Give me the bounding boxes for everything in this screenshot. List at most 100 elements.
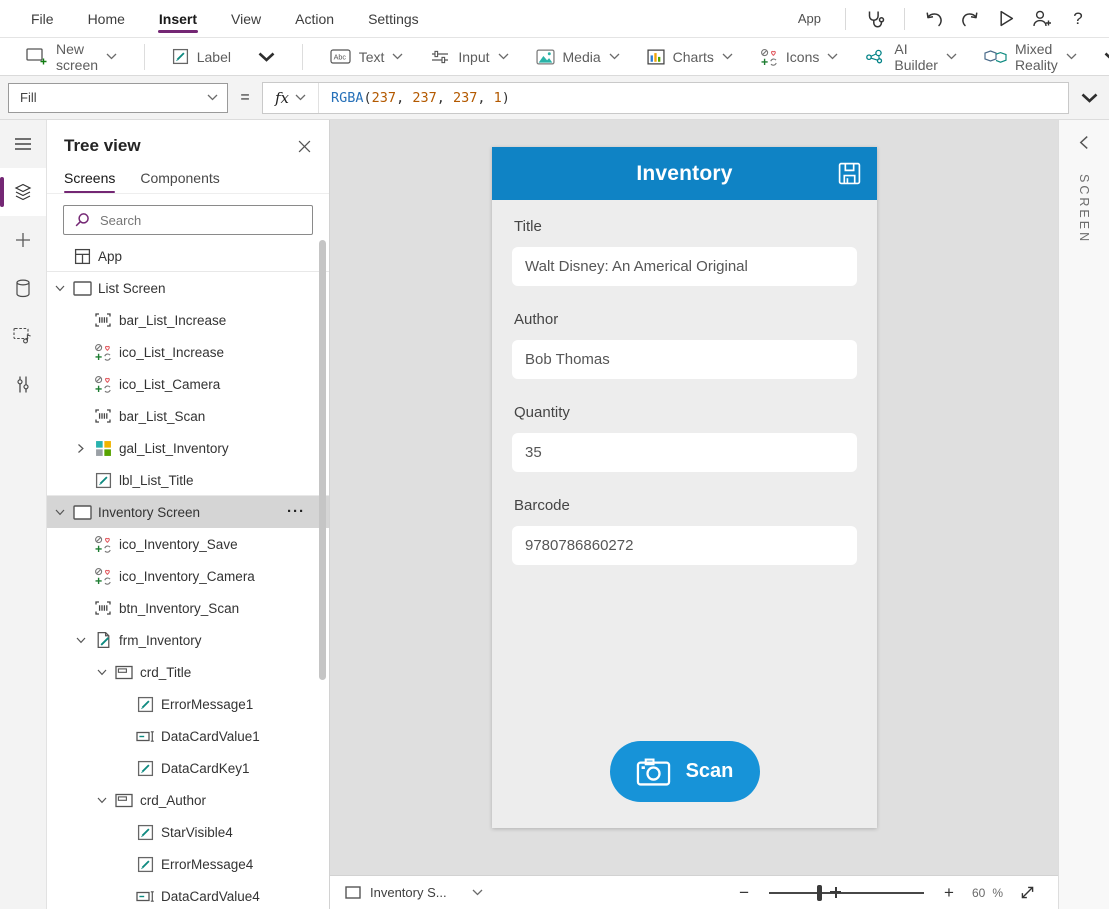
field-label-title[interactable]: Title bbox=[514, 218, 857, 235]
text-icon: Abc bbox=[330, 49, 351, 64]
tree-item-DataCardValue1[interactable]: DataCardValue1 bbox=[47, 720, 329, 752]
zoom-slider-thumb[interactable] bbox=[817, 885, 822, 901]
tree-item-DataCardKey1[interactable]: DataCardKey1 bbox=[47, 752, 329, 784]
rail-insert-plus-button[interactable] bbox=[0, 216, 46, 264]
help-button[interactable]: ? bbox=[1063, 4, 1093, 34]
tree-item-DataCardValue4[interactable]: DataCardValue4 bbox=[47, 880, 329, 909]
field-label-quantity[interactable]: Quantity bbox=[514, 404, 857, 421]
share-user-button[interactable] bbox=[1027, 4, 1057, 34]
rail-tree-view-button[interactable] bbox=[0, 168, 46, 216]
inventory-form[interactable]: Inventory Title Walt Disney: An Americal … bbox=[492, 147, 877, 828]
preview-play-button[interactable] bbox=[991, 4, 1021, 34]
scan-button[interactable]: Scan bbox=[610, 741, 760, 802]
tree-item-label: ErrorMessage4 bbox=[161, 857, 253, 872]
ribbon-item-input[interactable]: Input bbox=[430, 49, 508, 65]
formula-bar-expand-chevron[interactable] bbox=[1069, 93, 1109, 103]
tree-item-btn_Inventory_Scan[interactable]: btn_Inventory_Scan bbox=[47, 592, 329, 624]
tree-item-ico_List_Increase[interactable]: ico_List_Increase bbox=[47, 336, 329, 368]
tree-item-bar_List_Increase[interactable]: bar_List_Increase bbox=[47, 304, 329, 336]
more-options-button[interactable]: ··· bbox=[287, 507, 305, 517]
rail-advanced-tools-button[interactable] bbox=[0, 360, 46, 408]
redo-button[interactable] bbox=[955, 4, 985, 34]
property-dropdown[interactable]: Fill bbox=[8, 83, 228, 113]
field-input-quantity[interactable]: 35 bbox=[512, 433, 857, 472]
chevron-icon bbox=[106, 53, 117, 60]
rail-data-button[interactable] bbox=[0, 264, 46, 312]
design-canvas[interactable]: Inventory Title Walt Disney: An Americal … bbox=[330, 120, 1058, 875]
chevron-down-icon[interactable] bbox=[76, 632, 93, 648]
tree-item-crd_Author[interactable]: crd_Author bbox=[47, 784, 329, 816]
app-icon bbox=[72, 246, 92, 266]
field-label-author[interactable]: Author bbox=[514, 311, 857, 328]
tree-item-crd_Title[interactable]: crd_Title bbox=[47, 656, 329, 688]
tree-item-ErrorMessage1[interactable]: ErrorMessage1 bbox=[47, 688, 329, 720]
ribbon-item-charts[interactable]: Charts bbox=[647, 49, 733, 65]
tree-item-Inventory-Screen[interactable]: Inventory Screen··· bbox=[47, 496, 329, 528]
tree-item-frm_Inventory[interactable]: frm_Inventory bbox=[47, 624, 329, 656]
category-expand-chevron[interactable] bbox=[258, 52, 275, 62]
save-icon[interactable] bbox=[837, 161, 862, 186]
tree-item-StarVisible4[interactable]: StarVisible4 bbox=[47, 816, 329, 848]
chevron-down-icon[interactable] bbox=[97, 664, 114, 680]
search-input[interactable] bbox=[98, 212, 302, 229]
menu-item-insert[interactable]: Insert bbox=[158, 1, 198, 36]
zoom-out-button[interactable]: − bbox=[735, 885, 753, 901]
label-icon bbox=[135, 758, 155, 778]
fit-to-window-icon[interactable] bbox=[1019, 884, 1036, 901]
tree-scrollbar[interactable] bbox=[319, 240, 326, 680]
rail-hamburger-button[interactable] bbox=[0, 120, 46, 168]
field-label-barcode[interactable]: Barcode bbox=[514, 497, 857, 514]
ribbon-item-icons[interactable]: Icons bbox=[760, 48, 838, 66]
field-input-author[interactable]: Bob Thomas bbox=[512, 340, 857, 379]
ribbon-item-mixed-reality[interactable]: Mixed Reality bbox=[984, 41, 1077, 73]
ribbon-overflow-chevron[interactable] bbox=[1104, 52, 1109, 62]
chevron-down-icon[interactable] bbox=[55, 280, 72, 296]
tree-item-gal_List_Inventory[interactable]: gal_List_Inventory bbox=[47, 432, 329, 464]
collapse-left-icon[interactable] bbox=[1059, 120, 1109, 150]
menu-item-settings[interactable]: Settings bbox=[367, 1, 420, 36]
field-input-barcode[interactable]: 9780786860272 bbox=[512, 526, 857, 565]
chevron-down-icon[interactable] bbox=[55, 504, 72, 520]
tab-components[interactable]: Components bbox=[140, 170, 219, 193]
tree-item-lbl_List_Title[interactable]: lbl_List_Title bbox=[47, 464, 329, 496]
rail-media-panel-button[interactable] bbox=[0, 312, 46, 360]
expander-spacer bbox=[76, 568, 93, 584]
tree-item-ico_Inventory_Save[interactable]: ico_Inventory_Save bbox=[47, 528, 329, 560]
form-fields: Title Walt Disney: An Americal Original Au… bbox=[492, 200, 877, 565]
tree-item-bar_List_Scan[interactable]: bar_List_Scan bbox=[47, 400, 329, 432]
formula-text[interactable]: RGBA(237, 237, 237, 1) bbox=[319, 90, 510, 106]
ribbon-item-text[interactable]: AbcText bbox=[330, 49, 404, 65]
form-header[interactable]: Inventory bbox=[492, 147, 877, 200]
chevron-down-icon[interactable] bbox=[97, 792, 114, 808]
ribbon-item-label[interactable]: Label bbox=[172, 48, 231, 65]
app-checker-button[interactable] bbox=[860, 4, 890, 34]
fx-dropdown[interactable]: fx bbox=[263, 83, 319, 113]
chevron-down-icon bbox=[207, 94, 218, 101]
screen-selector-dropdown[interactable]: Inventory S... bbox=[345, 885, 483, 900]
expander-spacer bbox=[118, 728, 135, 744]
tree-item-ico_List_Camera[interactable]: ico_List_Camera bbox=[47, 368, 329, 400]
menu-item-file[interactable]: File bbox=[30, 1, 55, 36]
chevron-icon bbox=[1066, 53, 1077, 60]
ribbon-item-ai-builder[interactable]: AI Builder bbox=[865, 41, 957, 73]
tab-screens[interactable]: Screens bbox=[64, 170, 115, 193]
tree-item-List-Screen[interactable]: List Screen bbox=[47, 272, 329, 304]
tree-item-App[interactable]: App bbox=[47, 240, 329, 272]
card-icon bbox=[114, 662, 134, 682]
menu-item-action[interactable]: Action bbox=[294, 1, 335, 36]
screen-panel-label[interactable]: SCREEN bbox=[1077, 174, 1091, 244]
ribbon-item-new-screen[interactable]: New screen bbox=[26, 41, 117, 73]
ribbon-item-media[interactable]: Media bbox=[536, 49, 620, 65]
zoom-slider[interactable] bbox=[769, 892, 924, 894]
menu-item-home[interactable]: Home bbox=[87, 1, 126, 36]
zoom-in-button[interactable]: + bbox=[940, 885, 958, 901]
close-icon[interactable] bbox=[293, 135, 315, 157]
tree-item-ico_Inventory_Camera[interactable]: ico_Inventory_Camera bbox=[47, 560, 329, 592]
chevron-right-icon[interactable] bbox=[76, 440, 93, 456]
tree-item-ErrorMessage4[interactable]: ErrorMessage4 bbox=[47, 848, 329, 880]
expander-spacer bbox=[118, 824, 135, 840]
undo-button[interactable] bbox=[919, 4, 949, 34]
field-input-title[interactable]: Walt Disney: An Americal Original bbox=[512, 247, 857, 286]
menu-item-view[interactable]: View bbox=[230, 1, 262, 36]
search-box[interactable] bbox=[63, 205, 313, 235]
